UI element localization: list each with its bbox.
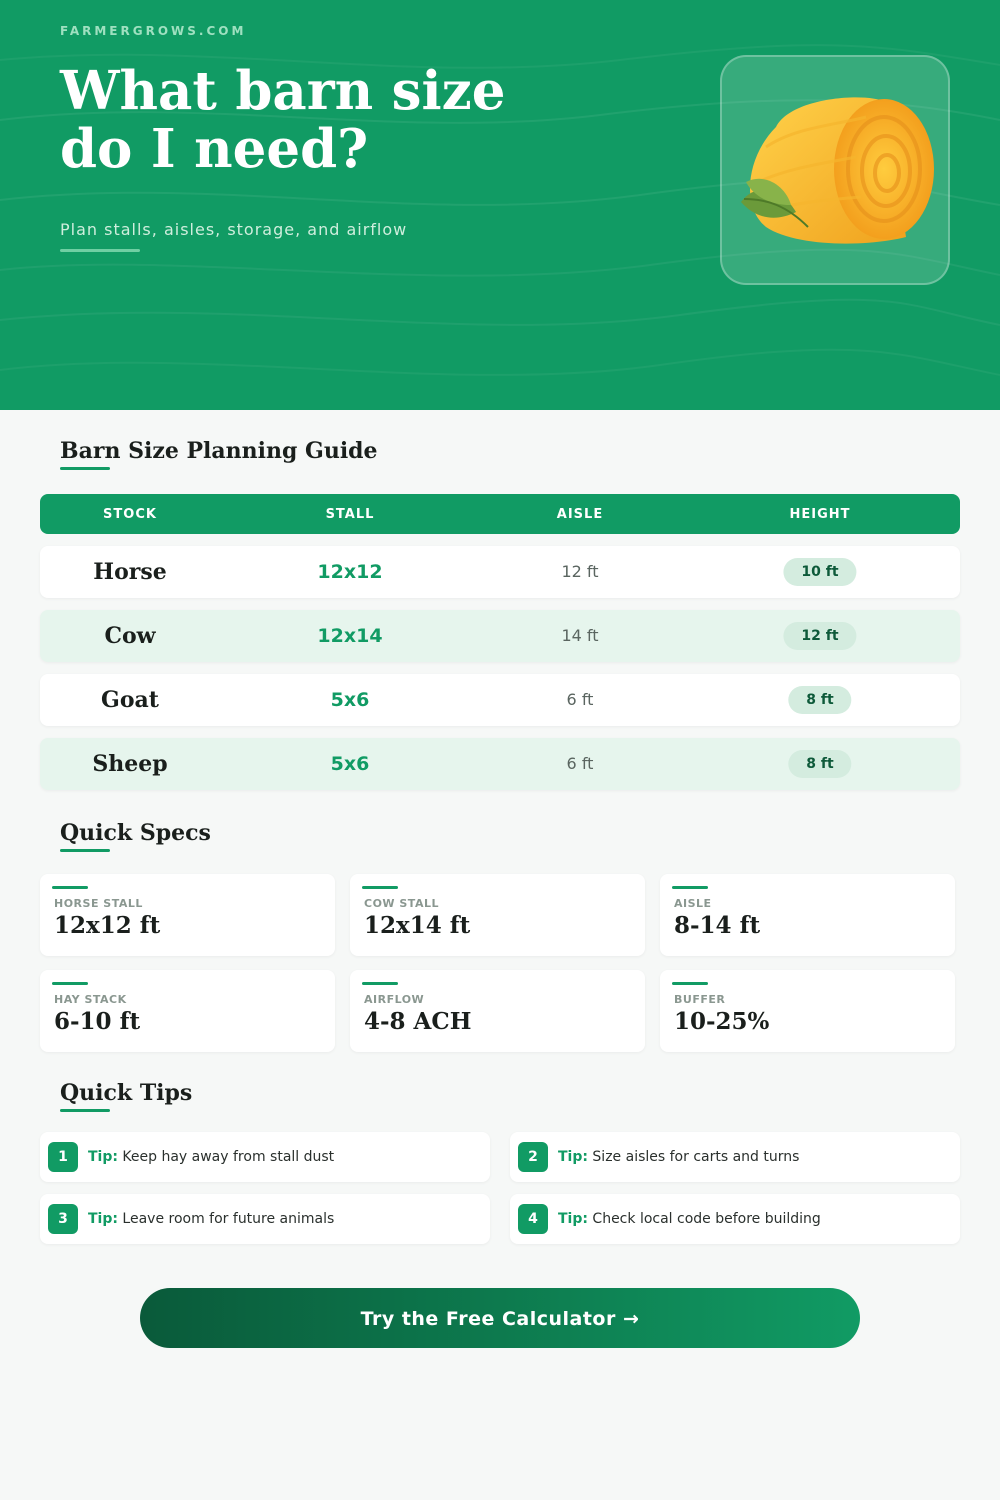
tip-text: Tip: Size aisles for carts and turns (558, 1132, 799, 1182)
site-name: FARMERGROWS.COM (60, 24, 247, 38)
height-badge: 10 ft (783, 558, 857, 586)
title-line-1: What barn size (60, 60, 506, 122)
table-row: Cow 12x14 14 ft 12 ft (40, 610, 960, 662)
spec-label: AISLE (674, 897, 712, 910)
tip-label: Tip: (88, 1149, 118, 1165)
spec-label: COW STALL (364, 897, 439, 910)
table-header: STOCK STALL AISLE HEIGHT (40, 494, 960, 534)
tip-card: 3 Tip: Leave room for future animals (40, 1194, 490, 1244)
specs-title-underline (60, 849, 110, 852)
column-header-height: HEIGHT (789, 507, 851, 522)
hero-banner: FARMERGROWS.COM What barn size do I need… (0, 0, 1000, 410)
page-title: What barn size do I need? (60, 62, 620, 178)
hay-bale-icon (741, 97, 934, 244)
table-row: Goat 5x6 6 ft 8 ft (40, 674, 960, 726)
spec-value: 10-25% (674, 1008, 770, 1035)
tip-number-badge: 3 (48, 1204, 78, 1234)
aisle-cell: 12 ft (561, 562, 599, 581)
aisle-cell: 14 ft (561, 626, 599, 645)
column-header-stall: STALL (325, 507, 375, 522)
spec-accent-bar (52, 982, 88, 985)
tip-label: Tip: (558, 1149, 588, 1165)
height-badge: 8 ft (788, 750, 852, 778)
column-header-aisle: AISLE (556, 507, 604, 522)
tip-label: Tip: (88, 1211, 118, 1227)
tips-title-underline (60, 1109, 110, 1112)
table-row: Horse 12x12 12 ft 10 ft (40, 546, 960, 598)
tip-number-badge: 4 (518, 1204, 548, 1234)
specs-section-title: Quick Specs (60, 820, 211, 846)
spec-card: HORSE STALL 12x12 ft (40, 874, 335, 956)
height-badge: 12 ft (783, 622, 857, 650)
stock-cell: Goat (101, 687, 159, 713)
free-calculator-button[interactable]: Try the Free Calculator → (140, 1288, 860, 1348)
column-header-stock: STOCK (103, 507, 157, 522)
spec-card: AIRFLOW 4-8 ACH (350, 970, 645, 1052)
spec-accent-bar (362, 982, 398, 985)
stall-cell: 5x6 (330, 689, 370, 711)
aisle-cell: 6 ft (566, 690, 594, 709)
tip-body: Keep hay away from stall dust (122, 1149, 335, 1165)
spec-card: HAY STACK 6-10 ft (40, 970, 335, 1052)
title-line-2: do I need? (60, 118, 369, 180)
stock-cell: Horse (93, 559, 167, 585)
spec-accent-bar (672, 982, 708, 985)
spec-card: BUFFER 10-25% (660, 970, 955, 1052)
table-row: Sheep 5x6 6 ft 8 ft (40, 738, 960, 790)
tip-card: 2 Tip: Size aisles for carts and turns (510, 1132, 960, 1182)
spec-value: 6-10 ft (54, 1008, 141, 1035)
tip-text: Tip: Leave room for future animals (88, 1194, 334, 1244)
spec-card: AISLE 8-14 ft (660, 874, 955, 956)
spec-value: 12x12 ft (54, 912, 161, 939)
guide-section-title: Barn Size Planning Guide (60, 438, 378, 464)
hero-image-frame (720, 55, 950, 285)
tip-text: Tip: Keep hay away from stall dust (88, 1132, 334, 1182)
tip-number-badge: 2 (518, 1142, 548, 1172)
tip-text: Tip: Check local code before building (558, 1194, 821, 1244)
spec-value: 12x14 ft (364, 912, 471, 939)
spec-value: 8-14 ft (674, 912, 761, 939)
spec-accent-bar (52, 886, 88, 889)
spec-label: HORSE STALL (54, 897, 143, 910)
tip-number-badge: 1 (48, 1142, 78, 1172)
spec-label: BUFFER (674, 993, 726, 1006)
tip-body: Leave room for future animals (122, 1211, 335, 1227)
stall-cell: 5x6 (330, 753, 370, 775)
spec-accent-bar (672, 886, 708, 889)
tip-card: 1 Tip: Keep hay away from stall dust (40, 1132, 490, 1182)
tip-card: 4 Tip: Check local code before building (510, 1194, 960, 1244)
tip-body: Size aisles for carts and turns (592, 1149, 800, 1165)
spec-label: AIRFLOW (364, 993, 425, 1006)
stock-cell: Sheep (92, 751, 168, 777)
stock-cell: Cow (104, 623, 156, 649)
spec-card: COW STALL 12x14 ft (350, 874, 645, 956)
spec-value: 4-8 ACH (364, 1008, 472, 1035)
aisle-cell: 6 ft (566, 754, 594, 773)
subtitle-underline (60, 249, 140, 252)
spec-label: HAY STACK (54, 993, 127, 1006)
stall-cell: 12x14 (317, 625, 383, 647)
tip-label: Tip: (558, 1211, 588, 1227)
page-subtitle: Plan stalls, aisles, storage, and airflo… (60, 220, 408, 239)
tip-body: Check local code before building (592, 1211, 821, 1227)
guide-title-underline (60, 467, 110, 470)
height-badge: 8 ft (788, 686, 852, 714)
spec-accent-bar (362, 886, 398, 889)
tips-section-title: Quick Tips (60, 1080, 193, 1106)
stall-cell: 12x12 (317, 561, 383, 583)
